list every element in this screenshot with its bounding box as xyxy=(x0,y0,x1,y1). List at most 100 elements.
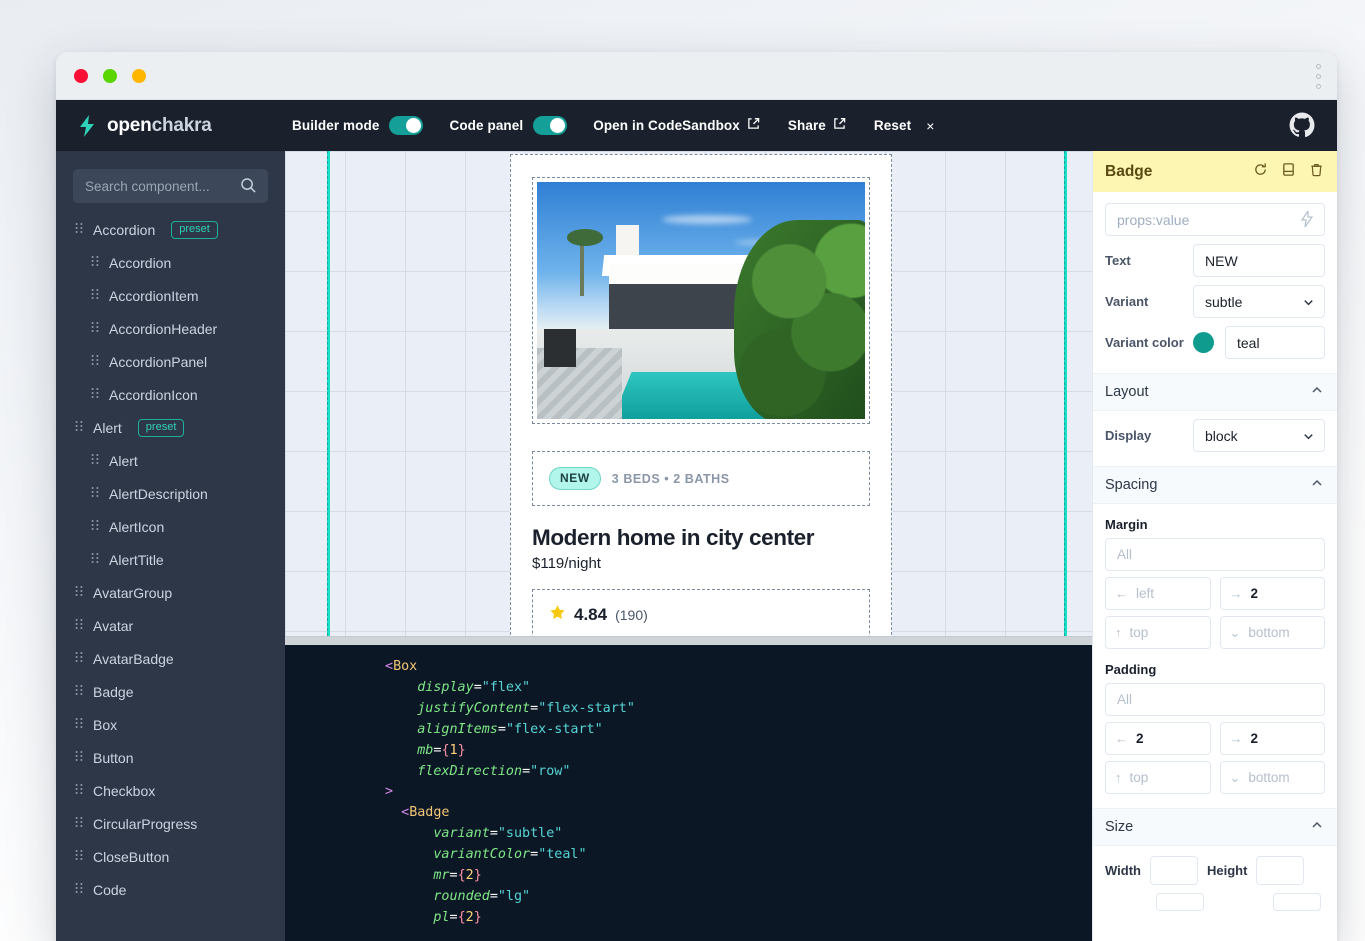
chevron-up-icon[interactable] xyxy=(1310,818,1324,837)
drag-handle-icon[interactable] xyxy=(91,321,100,337)
drag-handle-icon[interactable] xyxy=(75,651,84,667)
spacing-section-header[interactable]: Spacing xyxy=(1093,466,1337,504)
text-input[interactable] xyxy=(1194,245,1324,276)
code-panel-switch[interactable] xyxy=(533,116,568,135)
open-in-codesandbox-button[interactable]: Open in CodeSandbox xyxy=(593,117,760,135)
drag-handle-icon[interactable] xyxy=(75,882,84,898)
component-list-item[interactable]: Button xyxy=(56,741,285,774)
padding-top-input[interactable]: ↑ top xyxy=(1105,761,1211,794)
component-list-item[interactable]: Checkbox xyxy=(56,774,285,807)
component-list-item[interactable]: AlertDescription xyxy=(56,477,285,510)
drag-handle-icon[interactable] xyxy=(75,717,84,733)
drag-handle-icon[interactable] xyxy=(91,354,100,370)
margin-bottom-input[interactable]: ⌄ bottom xyxy=(1219,616,1325,649)
close-icon[interactable]: × xyxy=(926,118,934,134)
padding-right-input[interactable]: → 2 xyxy=(1219,722,1325,755)
variant-color-row: Variant color xyxy=(1093,318,1337,359)
component-list-item[interactable]: Alert xyxy=(56,444,285,477)
drag-handle-icon[interactable] xyxy=(75,420,84,436)
component-list-item[interactable]: AvatarBadge xyxy=(56,642,285,675)
margin-left-input[interactable]: ← left xyxy=(1105,577,1211,610)
canvas-horizontal-scrollbar[interactable] xyxy=(285,636,1092,645)
component-list-item[interactable]: Box xyxy=(56,708,285,741)
props-value-input[interactable] xyxy=(1106,204,1324,235)
margin-all-input[interactable]: All xyxy=(1105,538,1325,571)
drag-handle-icon[interactable] xyxy=(75,222,84,238)
variant-select[interactable]: subtle xyxy=(1193,285,1325,318)
maximize-window-button[interactable] xyxy=(103,69,117,83)
drag-handle-icon[interactable] xyxy=(75,585,84,601)
github-icon[interactable] xyxy=(1289,112,1315,143)
component-list-item[interactable]: AccordionItem xyxy=(56,279,285,312)
drag-handle-icon[interactable] xyxy=(75,849,84,865)
padding-left-input[interactable]: ← 2 xyxy=(1105,722,1211,755)
drag-handle-icon[interactable] xyxy=(91,519,100,535)
search-input[interactable] xyxy=(73,169,268,203)
chevron-up-icon[interactable] xyxy=(1310,383,1324,402)
component-list-item[interactable]: Alert preset xyxy=(56,411,285,444)
drag-handle-icon[interactable] xyxy=(91,255,100,271)
reset-button[interactable]: Reset × xyxy=(874,118,934,134)
height-input[interactable] xyxy=(1256,856,1305,885)
builder-canvas[interactable]: NEW 3 BEDS • 2 BATHS Modern home in city… xyxy=(285,151,1092,650)
code-panel[interactable]: <Box display="flex" justifyContent="flex… xyxy=(285,645,1092,941)
code-panel-toggle-group[interactable]: Code panel xyxy=(449,116,568,135)
component-list-item[interactable]: CloseButton xyxy=(56,840,285,873)
component-list-item[interactable]: CircularProgress xyxy=(56,807,285,840)
drag-handle-icon[interactable] xyxy=(75,684,84,700)
drag-handle-icon[interactable] xyxy=(91,453,100,469)
drag-handle-icon[interactable] xyxy=(91,486,100,502)
chevron-up-icon[interactable] xyxy=(1310,476,1324,495)
kebab-menu-icon[interactable] xyxy=(1316,64,1321,89)
margin-right-input[interactable]: → 2 xyxy=(1219,577,1325,610)
component-list-item[interactable]: AccordionHeader xyxy=(56,312,285,345)
refresh-icon[interactable] xyxy=(1253,162,1268,182)
preview-card[interactable]: NEW 3 BEDS • 2 BATHS Modern home in city… xyxy=(510,154,892,650)
drag-handle-icon[interactable] xyxy=(91,387,100,403)
margin-top-input[interactable]: ↑ top xyxy=(1105,616,1211,649)
component-list-item[interactable]: Badge xyxy=(56,675,285,708)
component-list-item[interactable]: Code xyxy=(56,873,285,906)
drag-handle-icon[interactable] xyxy=(75,783,84,799)
component-list-item[interactable]: AvatarGroup xyxy=(56,576,285,609)
min-height-input[interactable] xyxy=(1273,893,1321,911)
component-list-item[interactable]: Accordion xyxy=(56,246,285,279)
share-button[interactable]: Share xyxy=(788,117,846,135)
size-section-header[interactable]: Size xyxy=(1093,808,1337,846)
lightning-bolt-icon[interactable] xyxy=(1300,209,1314,232)
variant-color-input[interactable] xyxy=(1226,327,1324,358)
app-logo[interactable]: openchakra xyxy=(78,114,292,138)
duplicate-icon[interactable] xyxy=(1281,162,1296,182)
padding-bottom-input[interactable]: ⌄ bottom xyxy=(1219,761,1325,794)
component-list-item[interactable]: Accordion preset xyxy=(56,213,285,246)
drag-handle-icon[interactable] xyxy=(75,750,84,766)
component-list-item[interactable]: AlertTitle xyxy=(56,543,285,576)
close-window-button[interactable] xyxy=(74,69,88,83)
component-list-item[interactable]: Avatar xyxy=(56,609,285,642)
layout-section-header[interactable]: Layout xyxy=(1093,373,1337,411)
badge-new[interactable]: NEW xyxy=(549,467,601,490)
component-list-item[interactable]: AccordionIcon xyxy=(56,378,285,411)
minimize-window-button[interactable] xyxy=(132,69,146,83)
drag-handle-icon[interactable] xyxy=(75,618,84,634)
padding-all-input[interactable]: All xyxy=(1105,683,1325,716)
color-swatch[interactable] xyxy=(1193,332,1214,353)
builder-mode-toggle-group[interactable]: Builder mode xyxy=(292,116,424,135)
drag-handle-icon[interactable] xyxy=(75,816,84,832)
text-field[interactable] xyxy=(1193,244,1325,277)
delete-icon[interactable] xyxy=(1309,162,1324,182)
window-controls[interactable] xyxy=(74,69,146,83)
component-list-item[interactable]: AlertIcon xyxy=(56,510,285,543)
props-value-field[interactable] xyxy=(1105,203,1325,236)
drag-handle-icon[interactable] xyxy=(91,288,100,304)
card-image-container[interactable] xyxy=(532,177,870,424)
component-list-item[interactable]: AccordionPanel xyxy=(56,345,285,378)
card-meta-row[interactable]: NEW 3 BEDS • 2 BATHS xyxy=(532,451,870,506)
display-select[interactable]: block xyxy=(1193,419,1325,452)
width-input[interactable] xyxy=(1149,856,1198,885)
variant-color-field[interactable] xyxy=(1225,326,1325,359)
drag-handle-icon[interactable] xyxy=(91,552,100,568)
builder-mode-switch[interactable] xyxy=(389,116,424,135)
search-box[interactable] xyxy=(73,169,268,203)
min-width-input[interactable] xyxy=(1156,893,1204,911)
